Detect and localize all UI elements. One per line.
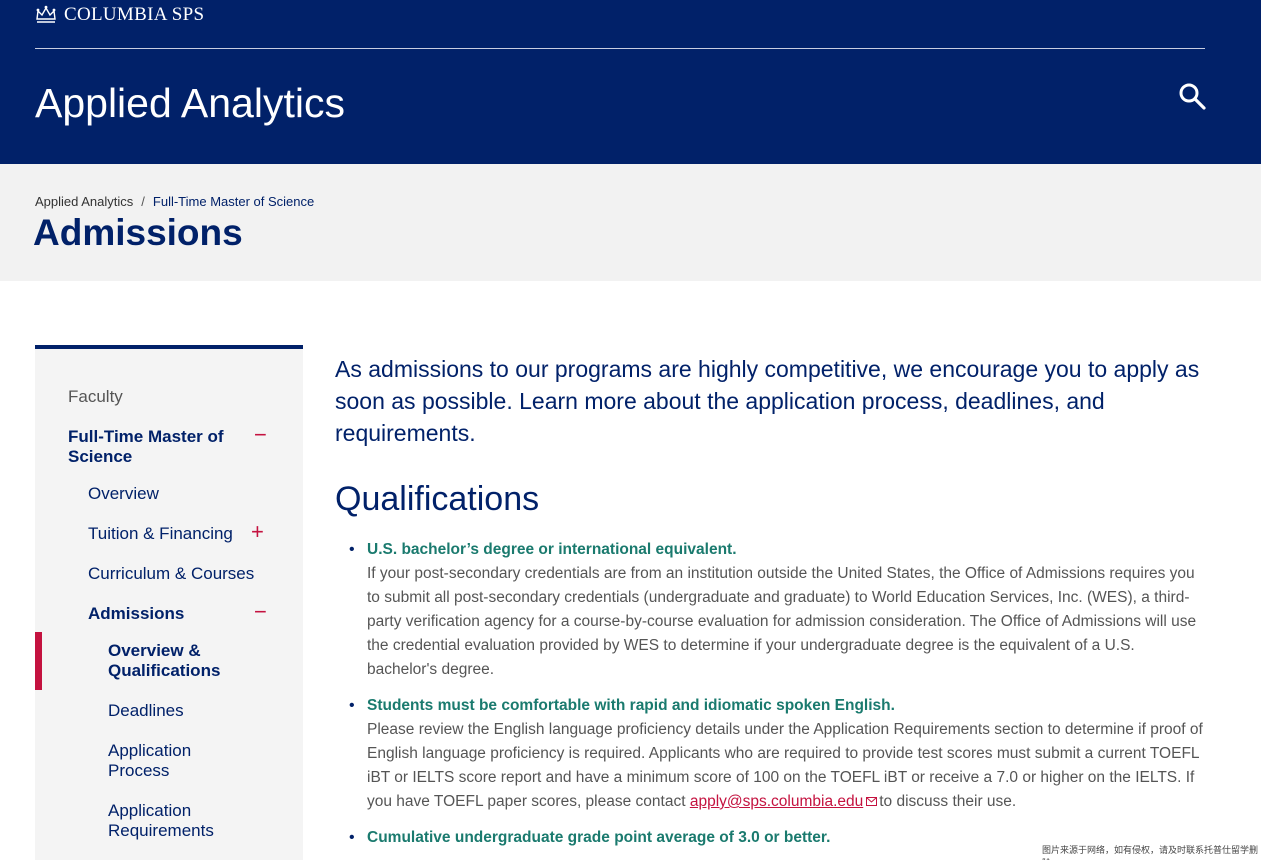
image-watermark: 图片来源于网络，如有侵权，请及时联系托普仕留学删除 — [1042, 845, 1259, 860]
sidebar-item-overview[interactable]: Overview — [88, 484, 159, 504]
intro-paragraph: As admissions to our programs are highly… — [335, 356, 1200, 446]
qualification-heading: Students must be comfortable with rapid … — [367, 697, 895, 714]
list-item: Students must be comfortable with rapid … — [349, 694, 1209, 814]
breadcrumb-separator: / — [141, 194, 145, 209]
header-divider — [35, 48, 1205, 49]
qualifications-heading: Qualifications — [335, 480, 540, 518]
expand-toggle-tuition[interactable]: + — [251, 521, 264, 543]
breadcrumb-full-time-ms[interactable]: Full-Time Master of Science — [153, 194, 314, 209]
sidebar-item-tuition[interactable]: Tuition & Financing — [88, 524, 233, 544]
collapse-toggle-full-time-ms[interactable]: − — [254, 424, 267, 446]
sidebar-item-application-process[interactable]: Application Process — [108, 741, 218, 781]
qualification-text-part: to discuss their use. — [879, 793, 1017, 810]
sidebar-item-faculty[interactable]: Faculty — [68, 387, 123, 407]
crown-icon — [36, 5, 56, 23]
email-link[interactable]: apply@sps.columbia.edu — [690, 793, 863, 810]
active-item-indicator — [35, 632, 42, 690]
sidebar-item-application-requirements[interactable]: Application Requirements — [108, 801, 228, 841]
qualification-text: If your post-secondary credentials are f… — [367, 565, 1197, 678]
sidebar-item-curriculum[interactable]: Curriculum & Courses — [88, 564, 254, 584]
sidebar-item-deadlines[interactable]: Deadlines — [108, 701, 184, 721]
list-item: U.S. bachelor’s degree or international … — [349, 538, 1209, 682]
page-title: Admissions — [33, 212, 243, 253]
breadcrumb: Applied Analytics / Full-Time Master of … — [35, 194, 314, 209]
logo-text: COLUMBIA SPS — [64, 4, 205, 25]
sidebar-item-overview-qualifications[interactable]: Overview & Qualifications — [108, 641, 238, 681]
mail-icon — [866, 797, 878, 807]
qualification-heading: U.S. bachelor’s degree or international … — [367, 541, 737, 558]
collapse-toggle-admissions[interactable]: − — [254, 601, 267, 623]
search-icon[interactable] — [1178, 82, 1208, 112]
qualifications-list: U.S. bachelor’s degree or international … — [349, 538, 1209, 860]
sidebar-item-full-time-ms[interactable]: Full-Time Master of Science — [68, 427, 238, 467]
qualification-text: Please review the English language profi… — [367, 718, 1209, 814]
sidebar-item-admissions[interactable]: Admissions — [88, 604, 184, 624]
breadcrumb-applied-analytics[interactable]: Applied Analytics — [35, 194, 133, 209]
columbia-sps-logo[interactable]: COLUMBIA SPS — [35, 4, 204, 26]
site-title[interactable]: Applied Analytics — [35, 80, 345, 127]
site-header: COLUMBIA SPS Applied Analytics — [0, 0, 1261, 164]
